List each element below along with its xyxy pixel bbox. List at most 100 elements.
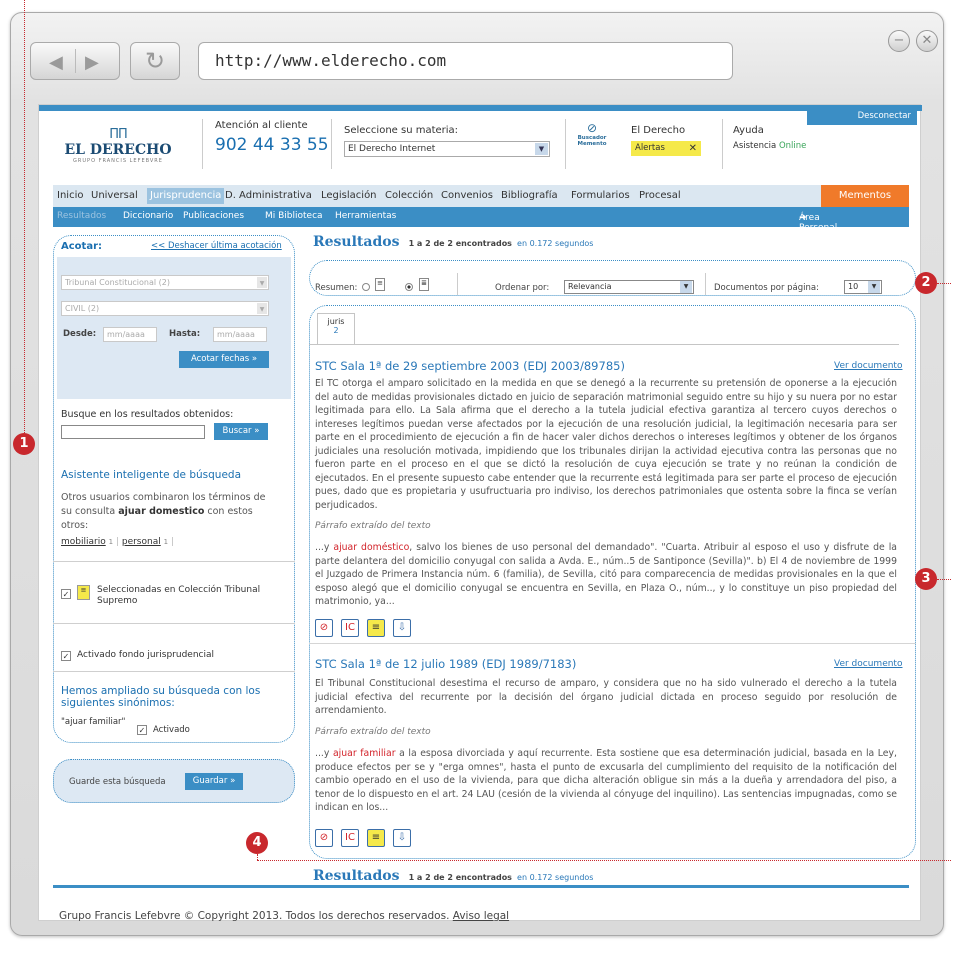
search-memento-button[interactable]: ⊘ Buscador Memento	[577, 121, 607, 147]
submenu-mi-biblioteca[interactable]: Mi Biblioteca	[265, 211, 323, 221]
customer-service-label: Atención al cliente	[215, 120, 308, 131]
selected-collection-line1: Seleccionadas en Colección Tribunal	[97, 585, 261, 595]
result-title[interactable]: STC Sala 1ª de 29 septiembre 2003 (EDJ 2…	[315, 359, 625, 373]
minimize-icon[interactable]: −	[888, 30, 910, 52]
divider	[53, 561, 295, 562]
search-results-label: Busque en los resultados obtenidos:	[61, 409, 234, 420]
jurisdiction-select[interactable]: CIVIL (2) ▼	[61, 301, 269, 316]
sub-menu: Resultados Diccionario Publicaciones Mi …	[53, 207, 909, 233]
search-button[interactable]: Buscar »	[214, 423, 268, 440]
personal-area-label: Área Personal	[799, 213, 838, 233]
order-select[interactable]: Relevancia ▼	[564, 280, 694, 294]
menu-convenios[interactable]: Convenios	[441, 190, 493, 201]
search-results-input[interactable]	[61, 425, 205, 439]
subject-select[interactable]: El Derecho Internet ▼	[344, 141, 550, 157]
summary-radio-off[interactable]	[362, 283, 370, 291]
footer-line	[53, 885, 909, 888]
close-icon[interactable]: ✕	[916, 30, 938, 52]
online-assistance[interactable]: Asistencia Online	[733, 141, 806, 151]
alerts-button[interactable]: Alertas ✕	[631, 141, 701, 156]
url-bar[interactable]: http://www.elderecho.com	[198, 42, 733, 80]
view-document-link[interactable]: Ver documento	[834, 361, 902, 371]
submenu-resultados[interactable]: Resultados	[57, 211, 106, 221]
perpage-select-value: 10	[848, 282, 859, 291]
term-personal-link[interactable]: personal	[122, 537, 161, 547]
tab-juris[interactable]: juris 2	[317, 313, 355, 345]
menu-jurisprudencia[interactable]: Jurisprudencia	[147, 188, 225, 204]
result-title[interactable]: STC Sala 1ª de 12 julio 1989 (EDJ 1989/7…	[315, 657, 576, 671]
view-document-link[interactable]: Ver documento	[834, 659, 902, 669]
export-icon[interactable]: ⇩	[393, 619, 411, 637]
order-select-value: Relevancia	[568, 282, 612, 291]
to-date-input[interactable]: mm/aaaa	[213, 327, 267, 342]
forward-arrow-icon[interactable]: ▶	[85, 52, 99, 73]
menu-mementos[interactable]: Mementos	[821, 185, 909, 207]
online-assistance-label: Asistencia	[733, 141, 777, 151]
site-logo[interactable]: ПП EL DERECHO GRUPO FRANCIS LEFEBVRE	[53, 127, 183, 164]
chevron-down-icon: ▼	[535, 143, 548, 155]
selected-collection-checkbox[interactable]: ✓	[61, 589, 71, 599]
doc-full-icon: ≣	[419, 278, 429, 291]
acotar-fechas-button[interactable]: Acotar fechas »	[179, 351, 269, 368]
menu-legislacion[interactable]: Legislación	[321, 190, 377, 201]
ic-icon[interactable]: IC	[341, 829, 359, 847]
help-link[interactable]: Ayuda	[733, 125, 764, 136]
result-summary: El TC otorga el amparo solicitado en la …	[315, 378, 897, 511]
term-personal-count: 1	[163, 538, 169, 546]
submenu-herramientas[interactable]: Herramientas	[335, 211, 396, 221]
from-date-input[interactable]: mm/aaaa	[103, 327, 157, 342]
excerpt-pre: ...y	[315, 542, 334, 553]
menu-inicio[interactable]: Inicio	[57, 190, 83, 201]
excerpt-label: Párrafo extraído del texto	[315, 521, 431, 531]
synonym-checkbox[interactable]: ✓	[137, 725, 147, 735]
term-mobiliario-link[interactable]: mobiliario	[61, 537, 106, 547]
customer-phone: 902 44 33 55	[215, 135, 329, 155]
online-status: Online	[778, 141, 807, 151]
compass-icon: ⊘	[586, 121, 598, 135]
note-icon[interactable]: ≡	[367, 619, 385, 637]
annotation-line	[257, 860, 951, 861]
disconnect-button[interactable]: Desconectar	[807, 107, 917, 125]
annotation-line	[257, 854, 258, 860]
assistant-text-line2: su consulta ajuar domestico con estos	[61, 505, 297, 519]
assistant-text-2a: su consulta	[61, 506, 119, 517]
assistant-title: Asistente inteligente de búsqueda	[61, 469, 241, 481]
menu-universal[interactable]: Universal	[91, 190, 138, 201]
refresh-icon[interactable]: ↻	[130, 42, 180, 80]
excerpt-highlight: ajuar familiar	[332, 748, 396, 759]
no-document-icon[interactable]: ⊘	[315, 829, 333, 847]
menu-bibliografia[interactable]: Bibliografía	[501, 190, 558, 201]
menu-d-administrativa[interactable]: D. Administrativa	[225, 190, 312, 201]
note-icon[interactable]: ≡	[367, 829, 385, 847]
court-select[interactable]: Tribunal Constitucional (2) ▼	[61, 275, 269, 290]
annotation-line	[937, 579, 951, 580]
back-arrow-icon[interactable]: ◀	[49, 52, 63, 73]
submenu-diccionario[interactable]: Diccionario	[123, 211, 173, 221]
doc-summary-icon: ≡	[375, 278, 385, 291]
legal-notice-link[interactable]: Aviso legal	[453, 910, 509, 922]
perpage-label: Documentos por página:	[714, 283, 819, 293]
elderecho-label: El Derecho	[631, 125, 686, 136]
menu-procesal[interactable]: Procesal	[639, 190, 681, 201]
annotation-line	[937, 283, 951, 284]
summary-radio-on[interactable]	[405, 283, 413, 291]
result-summary: El Tribunal Constitucional desestima el …	[315, 678, 897, 716]
close-icon[interactable]: ✕	[689, 141, 697, 156]
result-excerpt: ...y ajuar doméstico, salvo los bienes d…	[315, 541, 897, 609]
divider	[53, 623, 295, 624]
menu-formularios[interactable]: Formularios	[571, 190, 630, 201]
ic-icon[interactable]: IC	[341, 619, 359, 637]
submenu-publicaciones[interactable]: Publicaciones	[183, 211, 244, 221]
undo-link[interactable]: << Deshacer última acotación	[151, 241, 282, 251]
fund-checkbox[interactable]: ✓	[61, 651, 71, 661]
assistant-text: Otros usuarios combinaron los términos d…	[61, 491, 297, 533]
synonym-active-label: Activado	[153, 725, 190, 735]
perpage-select[interactable]: 10 ▼	[844, 280, 882, 294]
menu-coleccion[interactable]: Colección	[385, 190, 433, 201]
main-menu: Inicio Universal Jurisprudencia D. Admin…	[53, 185, 909, 207]
save-button[interactable]: Guardar »	[185, 773, 243, 790]
no-document-icon[interactable]: ⊘	[315, 619, 333, 637]
result-excerpt: ...y ajuar familiar a la esposa divorcia…	[315, 747, 897, 815]
export-icon[interactable]: ⇩	[393, 829, 411, 847]
summary-label: Resumen:	[315, 283, 358, 293]
